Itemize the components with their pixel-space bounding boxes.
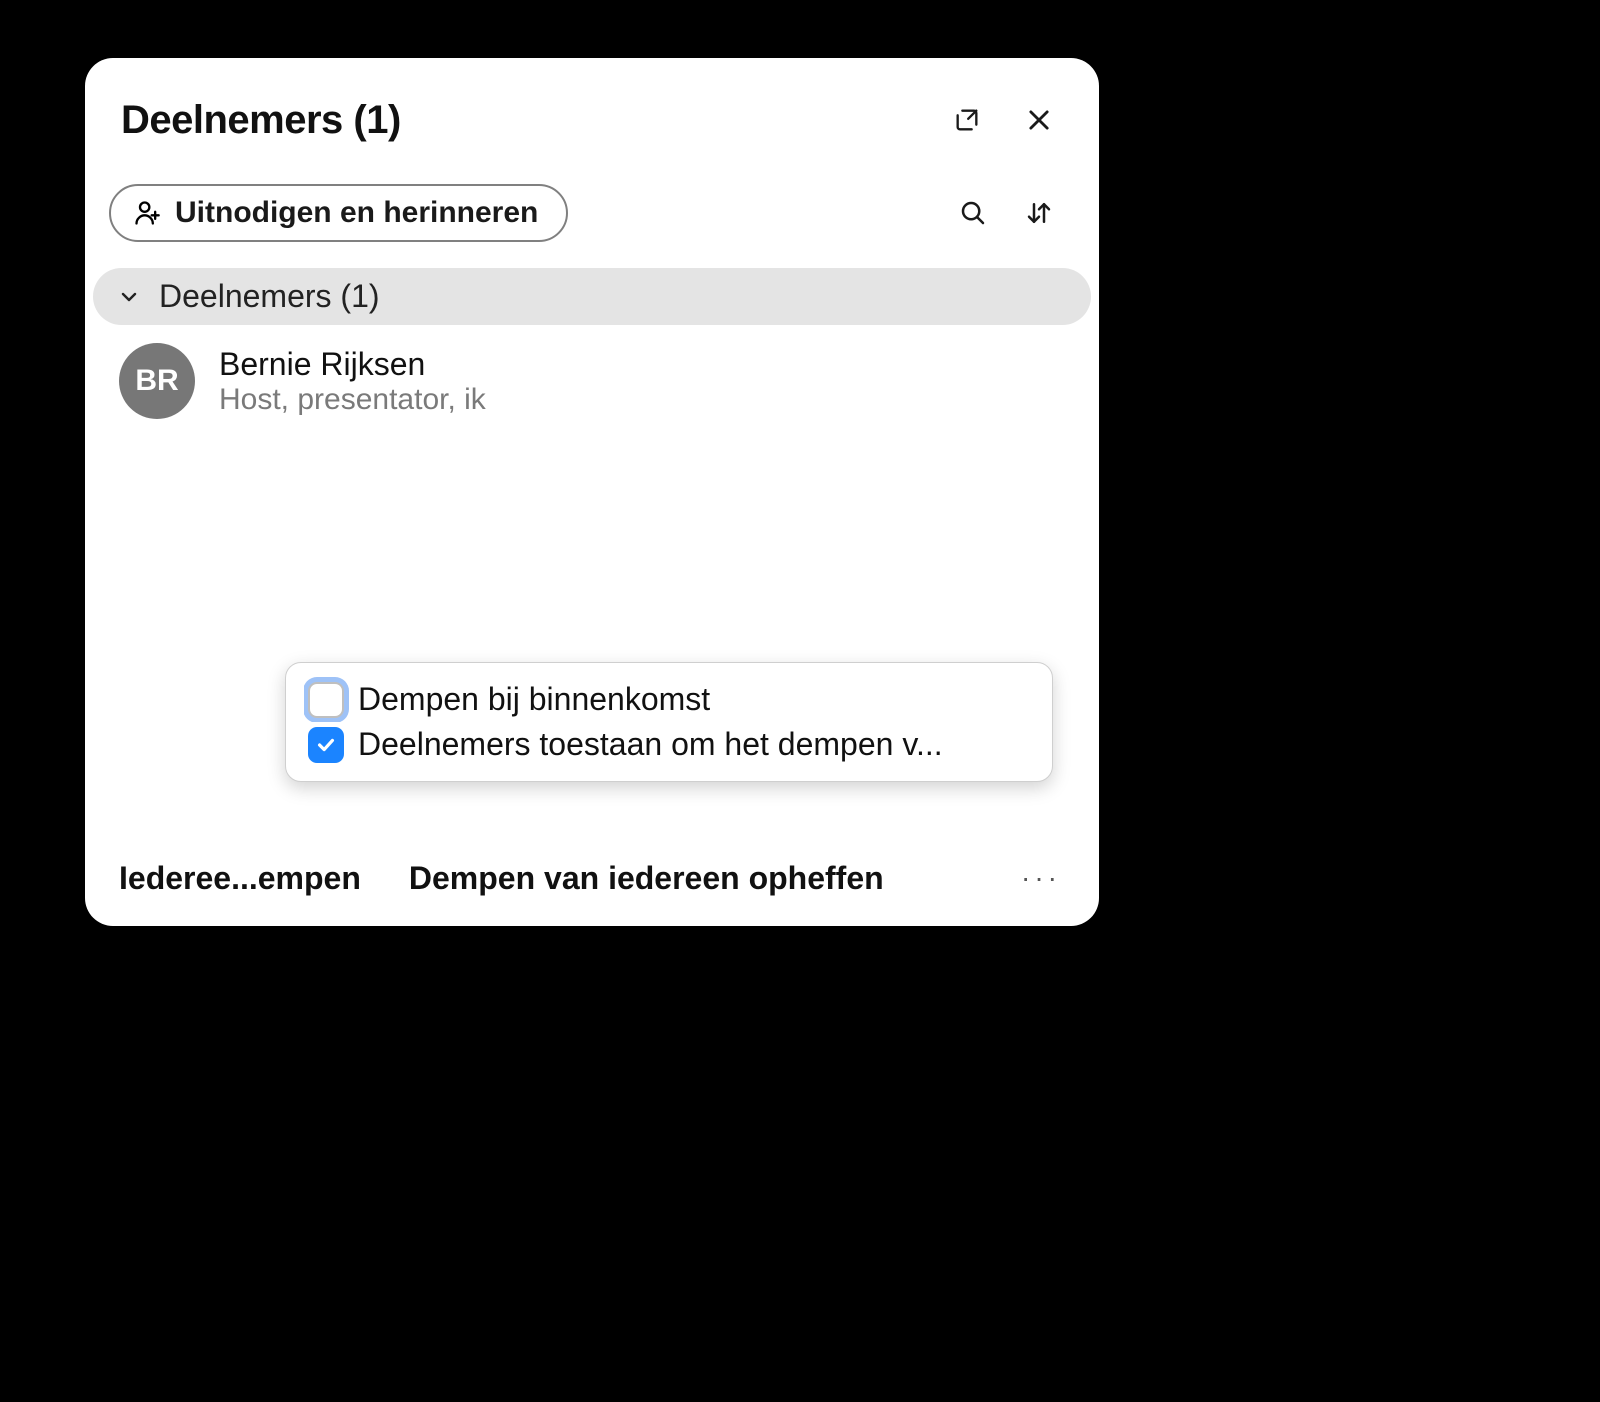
search-icon [958,198,988,228]
footer: Iederee...empen Dempen van iedereen ophe… [85,842,1099,926]
checkbox-unchecked[interactable] [308,682,344,718]
pop-out-icon [953,106,981,134]
participants-panel: Deelnemers (1) Uitnodigen en herinne [85,58,1099,926]
mute-options-popup: Dempen bij binnenkomst Deelnemers toesta… [285,662,1053,782]
participant-row[interactable]: BR Bernie Rijksen Host, presentator, ik [85,329,1099,433]
check-icon [315,734,337,756]
invite-button[interactable]: Uitnodigen en herinneren [109,184,568,242]
invite-button-label: Uitnodigen en herinneren [175,196,538,230]
participant-subtitle: Host, presentator, ik [219,383,486,417]
option-allow-unmute[interactable]: Deelnemers toestaan om het dempen v... [304,722,1034,767]
close-button[interactable] [1015,96,1063,144]
mute-all-button[interactable]: Iederee...empen [119,860,361,897]
avatar-initials: BR [135,364,178,398]
add-person-icon [133,199,161,227]
pop-out-button[interactable] [943,96,991,144]
sort-icon [1024,198,1054,228]
section-label: Deelnemers (1) [159,278,380,315]
search-button[interactable] [949,189,997,237]
option-mute-on-entry-label: Dempen bij binnenkomst [358,681,710,718]
panel-header: Deelnemers (1) [85,58,1099,162]
sort-button[interactable] [1015,189,1063,237]
option-mute-on-entry[interactable]: Dempen bij binnenkomst [304,677,1034,722]
more-icon: ··· [1021,862,1061,894]
chevron-down-icon [117,285,141,309]
participant-text: Bernie Rijksen Host, presentator, ik [219,346,486,417]
close-icon [1025,106,1053,134]
toolbar: Uitnodigen en herinneren [85,162,1099,264]
participant-name: Bernie Rijksen [219,346,486,383]
unmute-all-button[interactable]: Dempen van iedereen opheffen [409,860,884,897]
option-allow-unmute-label: Deelnemers toestaan om het dempen v... [358,726,943,763]
avatar: BR [119,343,195,419]
checkbox-checked[interactable] [308,727,344,763]
panel-title: Deelnemers (1) [121,98,919,143]
participants-section-header[interactable]: Deelnemers (1) [93,268,1091,325]
more-options-button[interactable]: ··· [1017,854,1065,902]
